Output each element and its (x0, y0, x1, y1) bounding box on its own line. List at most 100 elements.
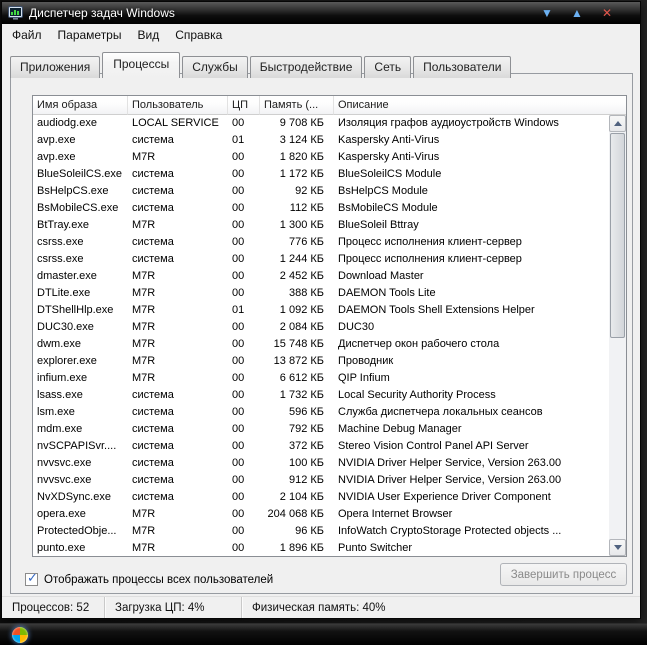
cell-cpu: 00 (228, 234, 260, 251)
cell-name: nvvsvc.exe (33, 472, 128, 489)
cell-name: infium.exe (33, 370, 128, 387)
cell-cpu: 01 (228, 132, 260, 149)
cell-name: BlueSoleilCS.exe (33, 166, 128, 183)
tab-performance[interactable]: Быстродействие (250, 56, 363, 78)
cell-memory: 15 748 КБ (260, 336, 334, 353)
cell-name: ProtectedObje... (33, 523, 128, 540)
start-button[interactable] (12, 627, 28, 643)
checkbox-label: Отображать процессы всех пользователей (44, 574, 273, 586)
cell-user: M7R (128, 319, 228, 336)
menu-item-options[interactable]: Параметры (50, 25, 130, 45)
cell-description: Kaspersky Anti-Virus (334, 149, 609, 166)
column-header-memory[interactable]: Память (... (260, 96, 334, 115)
process-row[interactable]: BlueSoleilCS.exeсистема001 172 КБBlueSol… (33, 166, 609, 183)
process-row[interactable]: nvSCPAPISvr....система00372 КБStereo Vis… (33, 438, 609, 455)
processes-tab-panel: Имя образаПользовательЦППамять (...Описа… (10, 73, 633, 594)
process-row[interactable]: avp.exeM7R001 820 КБKaspersky Anti-Virus (33, 149, 609, 166)
cell-user: M7R (128, 370, 228, 387)
process-row[interactable]: BsMobileCS.exeсистема00112 КБBsMobileCS … (33, 200, 609, 217)
tab-users[interactable]: Пользователи (413, 56, 511, 78)
column-header-name[interactable]: Имя образа (33, 96, 128, 115)
tab-networking[interactable]: Сеть (364, 56, 411, 78)
process-row[interactable]: punto.exeM7R001 896 КБPunto Switcher (33, 540, 609, 556)
process-row[interactable]: csrss.exeсистема00776 КБПроцесс исполнен… (33, 234, 609, 251)
status-processes: Процессов: 52 (2, 597, 105, 618)
cell-user: система (128, 200, 228, 217)
scrollbar-thumb[interactable] (610, 133, 625, 338)
cell-cpu: 00 (228, 540, 260, 556)
column-header-cpu[interactable]: ЦП (228, 96, 260, 115)
cell-cpu: 00 (228, 438, 260, 455)
cell-user: система (128, 251, 228, 268)
process-row[interactable]: DUC30.exeM7R002 084 КБDUC30 (33, 319, 609, 336)
vertical-scrollbar[interactable] (609, 115, 626, 556)
column-header-description[interactable]: Описание (334, 96, 626, 115)
cell-cpu: 00 (228, 489, 260, 506)
process-row[interactable]: NvXDSync.exeсистема002 104 КБNVIDIA User… (33, 489, 609, 506)
minimize-button[interactable]: ▼ (532, 3, 562, 23)
cell-user: система (128, 421, 228, 438)
tab-applications[interactable]: Приложения (10, 56, 100, 78)
menu-item-view[interactable]: Вид (129, 25, 167, 45)
cell-name: dwm.exe (33, 336, 128, 353)
cell-user: M7R (128, 523, 228, 540)
cell-name: audiodg.exe (33, 115, 128, 132)
process-row[interactable]: BtTray.exeM7R001 300 КБBlueSoleil Bttray (33, 217, 609, 234)
scroll-down-button[interactable] (609, 539, 626, 556)
menu-item-file[interactable]: Файл (4, 25, 50, 45)
cell-cpu: 00 (228, 455, 260, 472)
process-row[interactable]: avp.exeсистема013 124 КБKaspersky Anti-V… (33, 132, 609, 149)
cell-name: avp.exe (33, 132, 128, 149)
cell-description: Stereo Vision Control Panel API Server (334, 438, 609, 455)
process-row[interactable]: nvvsvc.exeсистема00100 КБNVIDIA Driver H… (33, 455, 609, 472)
process-row[interactable]: DTShellHlp.exeM7R011 092 КБDAEMON Tools … (33, 302, 609, 319)
cell-name: lsass.exe (33, 387, 128, 404)
cell-description: Диспетчер окон рабочего стола (334, 336, 609, 353)
maximize-button[interactable]: ▲ (562, 3, 592, 23)
end-process-button[interactable]: Завершить процесс (500, 563, 627, 586)
cell-cpu: 00 (228, 268, 260, 285)
process-row[interactable]: nvvsvc.exeсистема00912 КБNVIDIA Driver H… (33, 472, 609, 489)
cell-user: M7R (128, 149, 228, 166)
title-bar[interactable]: Диспетчер задач Windows ▼ ▲ ✕ (2, 2, 640, 24)
checkbox-box[interactable]: ✓ (25, 573, 38, 586)
cell-user: система (128, 472, 228, 489)
show-all-processes-checkbox[interactable]: ✓ Отображать процессы всех пользователей (25, 573, 273, 586)
process-row[interactable]: dwm.exeM7R0015 748 КБДиспетчер окон рабо… (33, 336, 609, 353)
process-row[interactable]: lsass.exeсистема001 732 КБLocal Security… (33, 387, 609, 404)
cell-name: dmaster.exe (33, 268, 128, 285)
column-header-user[interactable]: Пользователь (128, 96, 228, 115)
cell-cpu: 00 (228, 149, 260, 166)
process-row[interactable]: BsHelpCS.exeсистема0092 КБBsHelpCS Modul… (33, 183, 609, 200)
cell-description: BlueSoleilCS Module (334, 166, 609, 183)
process-row[interactable]: infium.exeM7R006 612 КБQIP Infium (33, 370, 609, 387)
status-physical-memory: Физическая память: 40% (242, 597, 640, 618)
menu-item-help[interactable]: Справка (167, 25, 230, 45)
cell-memory: 1 172 КБ (260, 166, 334, 183)
tab-services[interactable]: Службы (182, 56, 247, 78)
cell-user: система (128, 132, 228, 149)
cell-cpu: 00 (228, 523, 260, 540)
cell-memory: 596 КБ (260, 404, 334, 421)
process-row[interactable]: ProtectedObje...M7R0096 КБInfoWatch Cryp… (33, 523, 609, 540)
process-row[interactable]: audiodg.exeLOCAL SERVICE009 708 КБИзоляц… (33, 115, 609, 132)
cell-cpu: 00 (228, 285, 260, 302)
tab-processes[interactable]: Процессы (102, 52, 180, 78)
process-row[interactable]: mdm.exeсистема00792 КБMachine Debug Mana… (33, 421, 609, 438)
cell-memory: 112 КБ (260, 200, 334, 217)
process-row[interactable]: opera.exeM7R00204 068 КБOpera Internet B… (33, 506, 609, 523)
cell-description: Изоляция графов аудиоустройств Windows (334, 115, 609, 132)
close-button[interactable]: ✕ (592, 3, 622, 23)
process-row[interactable]: lsm.exeсистема00596 КБСлужба диспетчера … (33, 404, 609, 421)
process-row[interactable]: DTLite.exeM7R00388 КБDAEMON Tools Lite (33, 285, 609, 302)
cell-cpu: 00 (228, 421, 260, 438)
cell-description: Kaspersky Anti-Virus (334, 132, 609, 149)
process-row[interactable]: csrss.exeсистема001 244 КБПроцесс исполн… (33, 251, 609, 268)
window-title: Диспетчер задач Windows (29, 6, 532, 20)
cell-memory: 3 124 КБ (260, 132, 334, 149)
process-row[interactable]: dmaster.exeM7R002 452 КБDownload Master (33, 268, 609, 285)
scroll-up-button[interactable] (609, 115, 626, 132)
process-row[interactable]: explorer.exeM7R0013 872 КБПроводник (33, 353, 609, 370)
cell-memory: 1 244 КБ (260, 251, 334, 268)
cell-description: Download Master (334, 268, 609, 285)
